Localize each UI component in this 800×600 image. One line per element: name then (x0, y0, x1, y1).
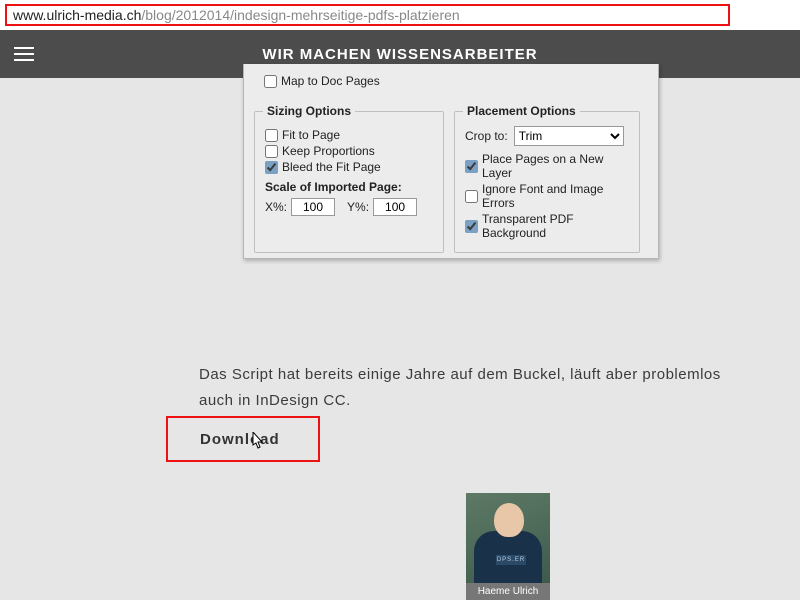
url-domain: www.ulrich-media.ch (13, 7, 141, 23)
menu-icon[interactable] (0, 30, 48, 78)
download-label: Download (200, 431, 280, 448)
article-body-text: Das Script hat bereits einige Jahre auf … (199, 362, 755, 413)
new-layer-row: Place Pages on a New Layer (465, 152, 629, 180)
author-card[interactable]: DPS.ER Haeme Ulrich (466, 493, 550, 600)
bleed-fit-row: Bleed the Fit Page (265, 160, 433, 174)
map-to-doc-pages-row: Map to Doc Pages (264, 74, 380, 88)
scale-label: Scale of Imported Page: (265, 180, 433, 194)
bleed-fit-label: Bleed the Fit Page (282, 160, 381, 174)
url-bar[interactable]: www.ulrich-media.ch/blog/2012014/indesig… (5, 4, 730, 26)
transparent-bg-label: Transparent PDF Background (482, 212, 629, 240)
crop-to-select[interactable]: Trim (514, 126, 624, 146)
fit-to-page-row: Fit to Page (265, 128, 433, 142)
author-photo: DPS.ER (466, 493, 550, 583)
browser-url-bar-area: www.ulrich-media.ch/blog/2012014/indesig… (0, 0, 800, 30)
fit-to-page-label: Fit to Page (282, 128, 340, 142)
download-link[interactable]: Download (166, 416, 320, 462)
crop-to-row: Crop to: Trim (465, 126, 629, 146)
sizing-legend: Sizing Options (263, 104, 355, 118)
ignore-errors-label: Ignore Font and Image Errors (482, 182, 629, 210)
transparent-bg-checkbox[interactable] (465, 220, 478, 233)
url-path: /blog/2012014/indesign-mehrseitige-pdfs-… (141, 7, 459, 23)
y-percent-input[interactable] (373, 198, 417, 216)
indesign-dialog-screenshot: Map to Doc Pages Sizing Options Fit to P… (243, 64, 659, 259)
crop-to-label: Crop to: (465, 129, 508, 143)
keep-proportions-label: Keep Proportions (282, 144, 375, 158)
new-layer-label: Place Pages on a New Layer (482, 152, 629, 180)
ignore-errors-row: Ignore Font and Image Errors (465, 182, 629, 210)
new-layer-checkbox[interactable] (465, 160, 478, 173)
x-percent-label: X%: (265, 200, 287, 214)
keep-proportions-row: Keep Proportions (265, 144, 433, 158)
y-percent-label: Y%: (347, 200, 369, 214)
keep-proportions-checkbox[interactable] (265, 145, 278, 158)
scale-row: X%: Y%: (265, 198, 433, 216)
transparent-bg-row: Transparent PDF Background (465, 212, 629, 240)
sizing-options-group: Sizing Options Fit to Page Keep Proporti… (254, 104, 444, 253)
placement-legend: Placement Options (463, 104, 580, 118)
map-to-doc-pages-checkbox[interactable] (264, 75, 277, 88)
map-to-doc-pages-label: Map to Doc Pages (281, 74, 380, 88)
ignore-errors-checkbox[interactable] (465, 190, 478, 203)
bleed-fit-checkbox[interactable] (265, 161, 278, 174)
author-name: Haeme Ulrich (466, 583, 550, 600)
placement-options-group: Placement Options Crop to: Trim Place Pa… (454, 104, 640, 253)
x-percent-input[interactable] (291, 198, 335, 216)
shirt-patch: DPS.ER (496, 555, 526, 565)
fit-to-page-checkbox[interactable] (265, 129, 278, 142)
site-title: WIR MACHEN WISSENSARBEITER (48, 46, 752, 63)
